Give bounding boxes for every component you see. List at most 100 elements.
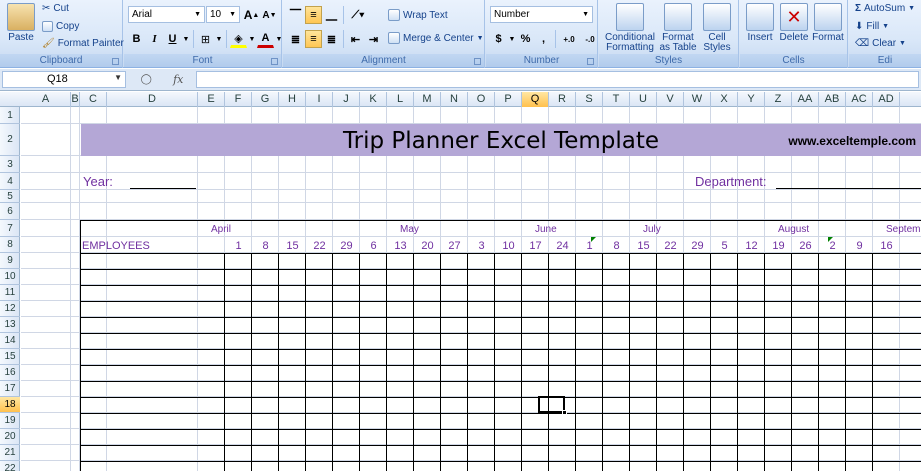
row-header-13[interactable]: 13 [0,317,20,333]
column-header-t[interactable]: T [603,92,630,107]
chevron-down-icon[interactable]: ▼ [114,73,122,82]
formula-input[interactable] [196,71,919,88]
year-input-line[interactable] [130,188,196,189]
column-header-ac[interactable]: AC [846,92,873,107]
font-color-dropdown-icon[interactable]: ▼ [275,30,283,48]
column-header-z[interactable]: Z [765,92,792,107]
percent-button[interactable]: % [517,30,534,48]
selected-cell-q18[interactable] [538,396,565,413]
column-header-j[interactable]: J [333,92,360,107]
merge-center-button[interactable]: Merge & Center ▼ [388,32,484,44]
decrease-indent-icon[interactable]: ⇤ [347,30,364,48]
italic-button[interactable]: I [146,30,163,48]
row-header-17[interactable]: 17 [0,381,20,397]
wrap-text-button[interactable]: Wrap Text [388,9,448,21]
row-header-3[interactable]: 3 [0,156,20,173]
underline-button[interactable]: U [164,30,181,48]
bold-button[interactable]: B [128,30,145,48]
column-header-p[interactable]: P [495,92,522,107]
row-header-20[interactable]: 20 [0,429,20,445]
number-launcher-icon[interactable] [587,58,594,65]
align-middle-icon[interactable]: ≡ [305,6,322,24]
borders-icon[interactable]: ⊞ [197,30,214,48]
column-header-k[interactable]: K [360,92,387,107]
formula-bar-circle-icon[interactable]: ◯ [141,74,152,85]
delete-button[interactable]: ✕ Delete [778,3,810,43]
copy-button[interactable]: Copy [42,21,79,32]
decrease-decimal-button[interactable]: -.0 [580,30,600,48]
column-header-w[interactable]: W [684,92,711,107]
clipboard-launcher-icon[interactable] [112,58,119,65]
borders-dropdown-icon[interactable]: ▼ [215,30,223,48]
cell-styles-button[interactable]: Cell Styles [699,3,735,53]
row-header-2[interactable]: 2 [0,124,20,156]
fill-button[interactable]: ⬇ Fill ▼ [855,21,889,32]
insert-function-icon[interactable]: fx [173,73,183,86]
font-name-select[interactable]: Arial ▼ [128,6,205,23]
row-header-22[interactable]: 22 [0,461,20,471]
column-header-r[interactable]: R [549,92,576,107]
column-header-y[interactable]: Y [738,92,765,107]
column-header-aa[interactable]: AA [792,92,819,107]
column-header-f[interactable]: F [225,92,252,107]
column-header-h[interactable]: H [279,92,306,107]
row-header-4[interactable]: 4 [0,173,20,190]
comma-button[interactable]: , [535,30,552,48]
format-as-table-button[interactable]: Format as Table [659,3,697,53]
align-right-icon[interactable]: ≣ [323,30,340,48]
column-header-n[interactable]: N [441,92,468,107]
department-input-line[interactable] [776,188,921,189]
font-size-select[interactable]: 10 ▼ [206,6,240,23]
column-header-ad[interactable]: AD [873,92,900,107]
row-header-10[interactable]: 10 [0,269,20,285]
insert-button[interactable]: Insert [744,3,776,43]
orientation-icon[interactable]: ⟋▾ [347,6,369,24]
row-header-21[interactable]: 21 [0,445,20,461]
column-header-c[interactable]: C [80,92,107,107]
column-header-u[interactable]: U [630,92,657,107]
font-launcher-icon[interactable] [271,58,278,65]
row-header-19[interactable]: 19 [0,413,20,429]
align-top-icon[interactable]: ⎺ [287,6,304,24]
currency-button[interactable]: $ [490,30,507,48]
align-left-icon[interactable]: ≣ [287,30,304,48]
column-header-b[interactable]: B [71,92,80,107]
row-header-5[interactable]: 5 [0,190,20,203]
row-header-1[interactable]: 1 [0,107,20,124]
underline-dropdown-icon[interactable]: ▼ [182,30,190,48]
row-header-8[interactable]: 8 [0,237,20,253]
column-header-m[interactable]: M [414,92,441,107]
column-header-ab[interactable]: AB [819,92,846,107]
name-box[interactable]: Q18 ▼ [2,71,126,88]
column-header-a[interactable]: A [21,92,71,107]
column-header-l[interactable]: L [387,92,414,107]
column-header-d[interactable]: D [107,92,198,107]
row-header-6[interactable]: 6 [0,203,20,220]
column-header-x[interactable]: X [711,92,738,107]
column-header-q[interactable]: Q [522,92,549,107]
number-format-select[interactable]: Number ▼ [490,6,593,23]
fill-color-dropdown-icon[interactable]: ▼ [248,30,256,48]
shrink-font-button[interactable]: A ▼ [261,6,278,24]
align-bottom-icon[interactable]: ⎽ [323,6,340,24]
font-color-icon[interactable]: A [257,30,274,48]
row-header-11[interactable]: 11 [0,285,20,301]
row-header-14[interactable]: 14 [0,333,20,349]
row-header-12[interactable]: 12 [0,301,20,317]
row-header-18[interactable]: 18 [0,397,20,413]
column-header-v[interactable]: V [657,92,684,107]
conditional-formatting-button[interactable]: Conditional Formatting [603,3,657,53]
column-header-s[interactable]: S [576,92,603,107]
fill-handle[interactable] [562,410,567,415]
fill-color-icon[interactable]: ◈ [230,30,247,48]
row-header-7[interactable]: 7 [0,220,20,237]
increase-decimal-button[interactable]: +.0 [559,30,579,48]
currency-dropdown-icon[interactable]: ▼ [508,30,516,48]
grow-font-button[interactable]: A ▲ [243,6,260,24]
format-cells-button[interactable]: Format [812,3,844,43]
increase-indent-icon[interactable]: ⇥ [365,30,382,48]
align-center-icon[interactable]: ≡ [305,30,322,48]
row-header-9[interactable]: 9 [0,253,20,269]
worksheet[interactable]: Trip Planner Excel Template www.exceltem… [21,107,921,471]
alignment-launcher-icon[interactable] [474,58,481,65]
